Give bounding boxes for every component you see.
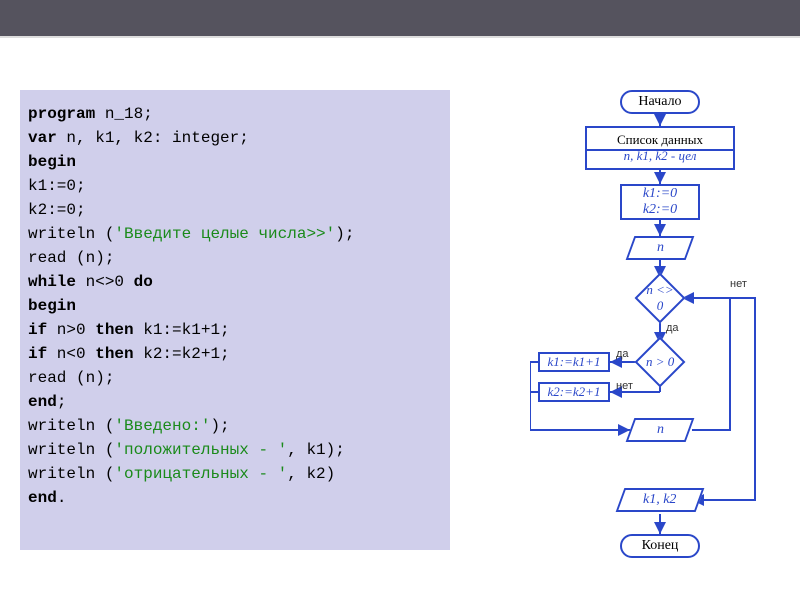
- flow-data-list: Список данных n, k1, k2 - цел: [585, 126, 735, 170]
- flow-assign-k1: k1:=k1+1: [538, 352, 610, 372]
- flow-init: k1:=0 k2:=0: [620, 184, 700, 220]
- code-line: read (n);: [28, 366, 442, 390]
- code-line: begin: [28, 294, 442, 318]
- flow-start: Начало: [620, 90, 700, 114]
- flow-input-n-loop: n: [626, 418, 695, 442]
- flow-output: k1, k2: [616, 488, 705, 512]
- flowchart: Начало Список данных n, k1, k2 - цел k1:…: [530, 90, 790, 590]
- code-line: writeln ('Введите целые числа>>');: [28, 222, 442, 246]
- code-line: k2:=0;: [28, 198, 442, 222]
- flow-data-list-title: Список данных: [617, 132, 703, 148]
- code-line: writeln ('отрицательных - ', k2): [28, 462, 442, 486]
- code-line: end.: [28, 486, 442, 510]
- flow-decision-loop: n <> 0: [635, 273, 686, 324]
- code-line: begin: [28, 150, 442, 174]
- code-line: var n, k1, k2: integer;: [28, 126, 442, 150]
- code-line: if n>0 then k1:=k1+1;: [28, 318, 442, 342]
- code-line: if n<0 then k2:=k2+1;: [28, 342, 442, 366]
- code-line: read (n);: [28, 246, 442, 270]
- code-line: k1:=0;: [28, 174, 442, 198]
- label-yes-2: да: [616, 348, 629, 360]
- label-no-2: нет: [616, 380, 633, 392]
- code-line: writeln ('положительных - ', k1);: [28, 438, 442, 462]
- flow-input-n: n: [626, 236, 695, 260]
- label-yes: да: [666, 322, 679, 334]
- code-line: program n_18;: [28, 102, 442, 126]
- code-line: end;: [28, 390, 442, 414]
- flow-assign-k2: k2:=k2+1: [538, 382, 610, 402]
- title-bar: [0, 0, 800, 38]
- label-no: нет: [730, 278, 747, 290]
- code-panel: program n_18; var n, k1, k2: integer; be…: [20, 90, 450, 550]
- code-line: while n<>0 do: [28, 270, 442, 294]
- flow-end: Конец: [620, 534, 700, 558]
- code-line: writeln ('Введено:');: [28, 414, 442, 438]
- flow-decision-sign: n > 0: [635, 337, 686, 388]
